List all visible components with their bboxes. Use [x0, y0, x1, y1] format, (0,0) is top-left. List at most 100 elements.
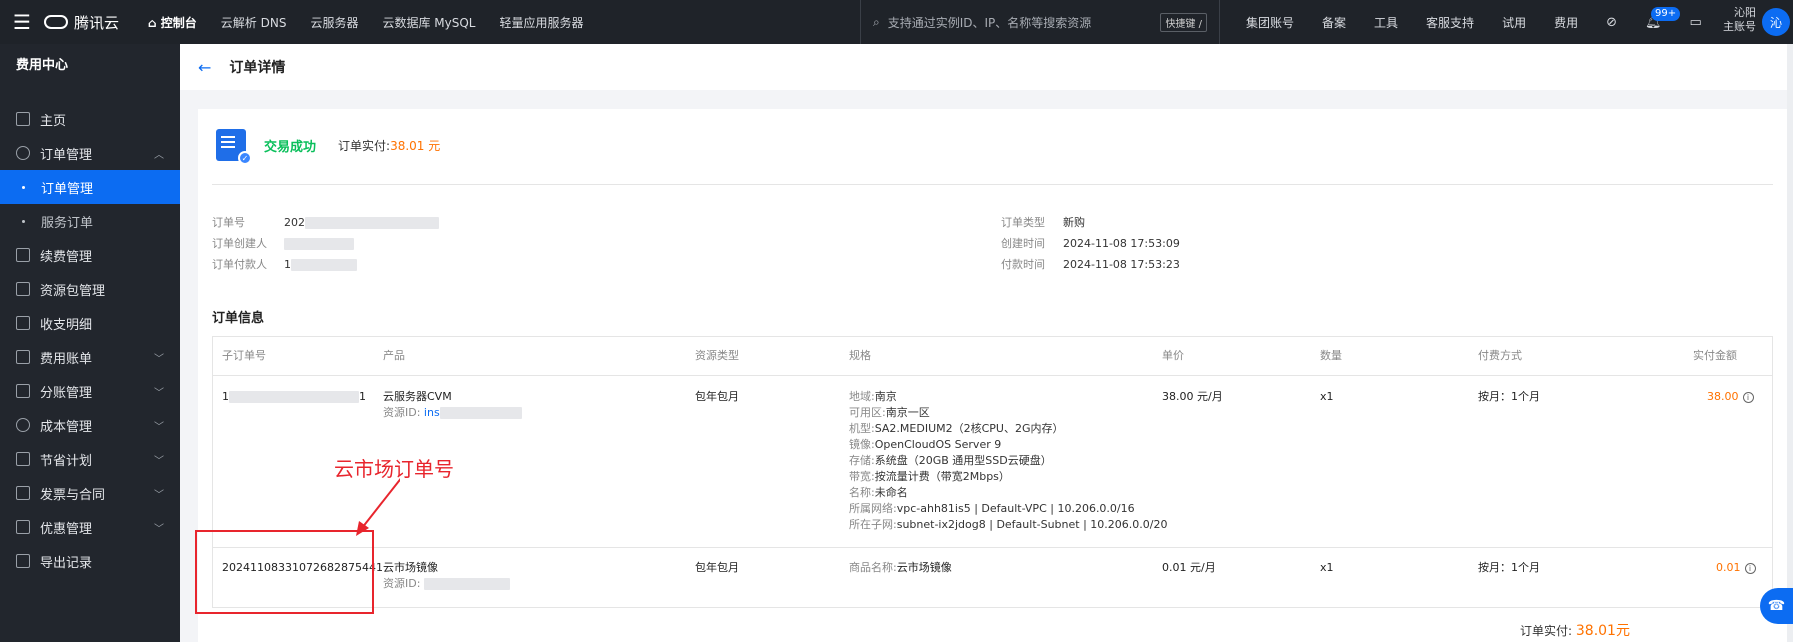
link-group-account[interactable]: 集团账号 — [1232, 14, 1308, 31]
nav-mysql[interactable]: 云数据库 MySQL — [370, 14, 487, 31]
spec-key: 所属网络: — [849, 502, 897, 515]
compass-icon[interactable]: ⊘ — [1592, 15, 1631, 30]
sidebar-item-label: 资源包管理 — [40, 283, 106, 299]
info-row-creator: 订单创建人 — [212, 233, 439, 254]
pie-icon — [16, 418, 30, 432]
table-divider — [213, 375, 1772, 376]
sidebar-item-label: 优惠管理 — [40, 521, 93, 537]
bullet-icon — [22, 219, 25, 223]
sidebar-item-split-billing[interactable]: 分账管理 ﹀ — [0, 374, 180, 408]
table-row: 云市场镜像 资源ID: — [383, 560, 510, 592]
spec-row: 所在子网:subnet-ix2jdog8 | Default-Subnet | … — [849, 517, 1167, 533]
link-support[interactable]: 客服支持 — [1412, 14, 1488, 31]
scrollbar[interactable] — [1787, 44, 1793, 642]
message-icon[interactable]: ▭ — [1676, 15, 1716, 30]
check-icon: ✓ — [238, 151, 252, 165]
sidebar-item-resource-packs[interactable]: 资源包管理 — [0, 272, 180, 306]
sidebar-item-transactions[interactable]: 收支明细 — [0, 306, 180, 340]
info-icon[interactable]: i — [1742, 391, 1754, 403]
nav-dns[interactable]: 云解析 DNS — [209, 14, 299, 31]
link-tools[interactable]: 工具 — [1360, 14, 1412, 31]
redacted-block — [291, 259, 357, 271]
order-number-prefix: 202 — [284, 216, 305, 229]
sidebar-item-label: 发票与合同 — [40, 487, 106, 503]
sidebar-item-cost-management[interactable]: 成本管理 ﹀ — [0, 408, 180, 442]
spec-row: 所属网络:vpc-ahh81is5 | Default-VPC | 10.206… — [849, 501, 1167, 517]
sidebar-item-exports[interactable]: 导出记录 — [0, 544, 180, 578]
table-divider — [213, 547, 1772, 548]
spec-value: subnet-ix2jdog8 | Default-Subnet | 10.20… — [896, 518, 1168, 531]
resource-id: 资源ID: ins — [383, 405, 522, 421]
spec-value: vpc-ahh81is5 | Default-VPC | 10.206.0.0/… — [896, 502, 1135, 515]
sidebar-item-savings-plan[interactable]: 节省计划 ﹀ — [0, 442, 180, 476]
spec-key: 所在子网: — [849, 518, 897, 531]
spec-key: 商品名称: — [849, 561, 897, 574]
renew-icon — [16, 248, 30, 262]
bell-icon[interactable]: 🔔︎ 99+ — [1631, 6, 1681, 30]
sidebar-item-renewal[interactable]: 续费管理 — [0, 238, 180, 272]
quantity: x1 — [1320, 390, 1334, 403]
user-name: 沁阳 — [1734, 6, 1756, 19]
unit-price: 0.01 元/月 — [1162, 561, 1216, 574]
spec-row: 存储:系统盘（20GB 通用型SSD云硬盘） — [849, 453, 1167, 469]
sidebar-item-discounts[interactable]: 优惠管理 ﹀ — [0, 510, 180, 544]
info-row-order-no: 订单号 202 — [212, 212, 439, 233]
sidebar-item-label: 节省计划 — [40, 453, 93, 469]
global-search[interactable]: ⌕ 支持通过实例ID、IP、名称等搜索资源 快捷键 / — [860, 0, 1220, 44]
nav-console[interactable]: ⌂ 控制台 — [136, 14, 209, 31]
sidebar-item-bills[interactable]: 费用账单 ﹀ — [0, 340, 180, 374]
resource-id: 资源ID: — [383, 576, 510, 592]
spec-value: SA2.MEDIUM2（2核CPU、2G内存） — [874, 422, 1064, 435]
quantity: x1 — [1320, 561, 1334, 574]
info-row-payer: 订单付款人 1 — [212, 254, 439, 275]
chevron-down-icon: ﹀ — [154, 455, 164, 467]
cube-icon — [16, 282, 30, 296]
sidebar-item-label: 订单管理 — [41, 181, 94, 197]
link-billing[interactable]: 费用 — [1540, 14, 1592, 31]
spec-row: 镜像:OpenCloudOS Server 9 — [849, 437, 1167, 453]
info-label: 订单号 — [212, 216, 245, 229]
col-sub-order: 子订单号 — [222, 349, 266, 362]
user-info[interactable]: 沁阳 主账号 — [1712, 6, 1756, 34]
nav-lighthouse[interactable]: 轻量应用服务器 — [488, 14, 596, 31]
info-label: 订单创建人 — [212, 237, 267, 250]
spec-row: 带宽:按流量计费（带宽2Mbps） — [849, 469, 1167, 485]
ledger-icon — [16, 316, 30, 330]
sidebar-item-invoices[interactable]: 发票与合同 ﹀ — [0, 476, 180, 510]
brand-logo[interactable]: 腾讯云 — [44, 12, 136, 33]
resource-type: 包年包月 — [695, 561, 739, 574]
sidebar-item-order-management[interactable]: 订单管理 ︿ — [0, 136, 180, 170]
link-trial[interactable]: 试用 — [1488, 14, 1540, 31]
info-icon[interactable]: i — [1744, 562, 1756, 574]
resource-id-link[interactable]: ins — [424, 406, 440, 419]
redacted-block — [423, 578, 510, 590]
brand-name: 腾讯云 — [74, 13, 120, 32]
nav-cvm[interactable]: 云服务器 — [298, 14, 370, 31]
back-arrow-icon[interactable]: ← — [198, 58, 211, 77]
sidebar-item-service-orders[interactable]: 服务订单 — [0, 204, 180, 238]
avatar[interactable]: 沁 — [1762, 8, 1790, 36]
spec-value: 云市场镜像 — [896, 561, 952, 574]
annotation-highlight-box — [195, 530, 374, 614]
sidebar-item-home[interactable]: 主页 — [0, 102, 180, 136]
nav-console-label: 控制台 — [160, 15, 197, 30]
order-detail-card: ✓ 交易成功 订单实付: 38.01 元 订单号 202 订单创建人 订单付款人… — [198, 109, 1787, 642]
page-title: 订单详情 — [229, 60, 286, 76]
menu-icon[interactable]: ☰ — [0, 0, 44, 44]
top-nav: ⌂ 控制台 云解析 DNS 云服务器 云数据库 MySQL 轻量应用服务器 — [136, 0, 596, 44]
col-quantity: 数量 — [1320, 349, 1342, 362]
sidebar-item-label: 主页 — [40, 113, 67, 129]
bill-icon — [16, 350, 30, 364]
sidebar-item-orders[interactable]: 订单管理 — [0, 170, 180, 204]
shortcut-key: 快捷键 / — [1160, 12, 1207, 32]
headset-icon[interactable]: ☎ — [1760, 588, 1793, 624]
sidebar-item-label: 订单管理 — [40, 147, 93, 163]
yuan-icon — [16, 146, 30, 160]
spec-key: 名称: — [849, 486, 875, 499]
chevron-down-icon: ﹀ — [154, 353, 164, 365]
sidebar: 费用中心 主页 订单管理 ︿ 订单管理 服务订单 续费管理 资源包管理 收支明细 … — [0, 44, 180, 642]
link-icp[interactable]: 备案 — [1308, 14, 1360, 31]
payer-prefix: 1 — [284, 258, 291, 271]
info-row-type: 订单类型 新购 — [1001, 212, 1180, 233]
spec-value: 南京一区 — [885, 406, 930, 419]
